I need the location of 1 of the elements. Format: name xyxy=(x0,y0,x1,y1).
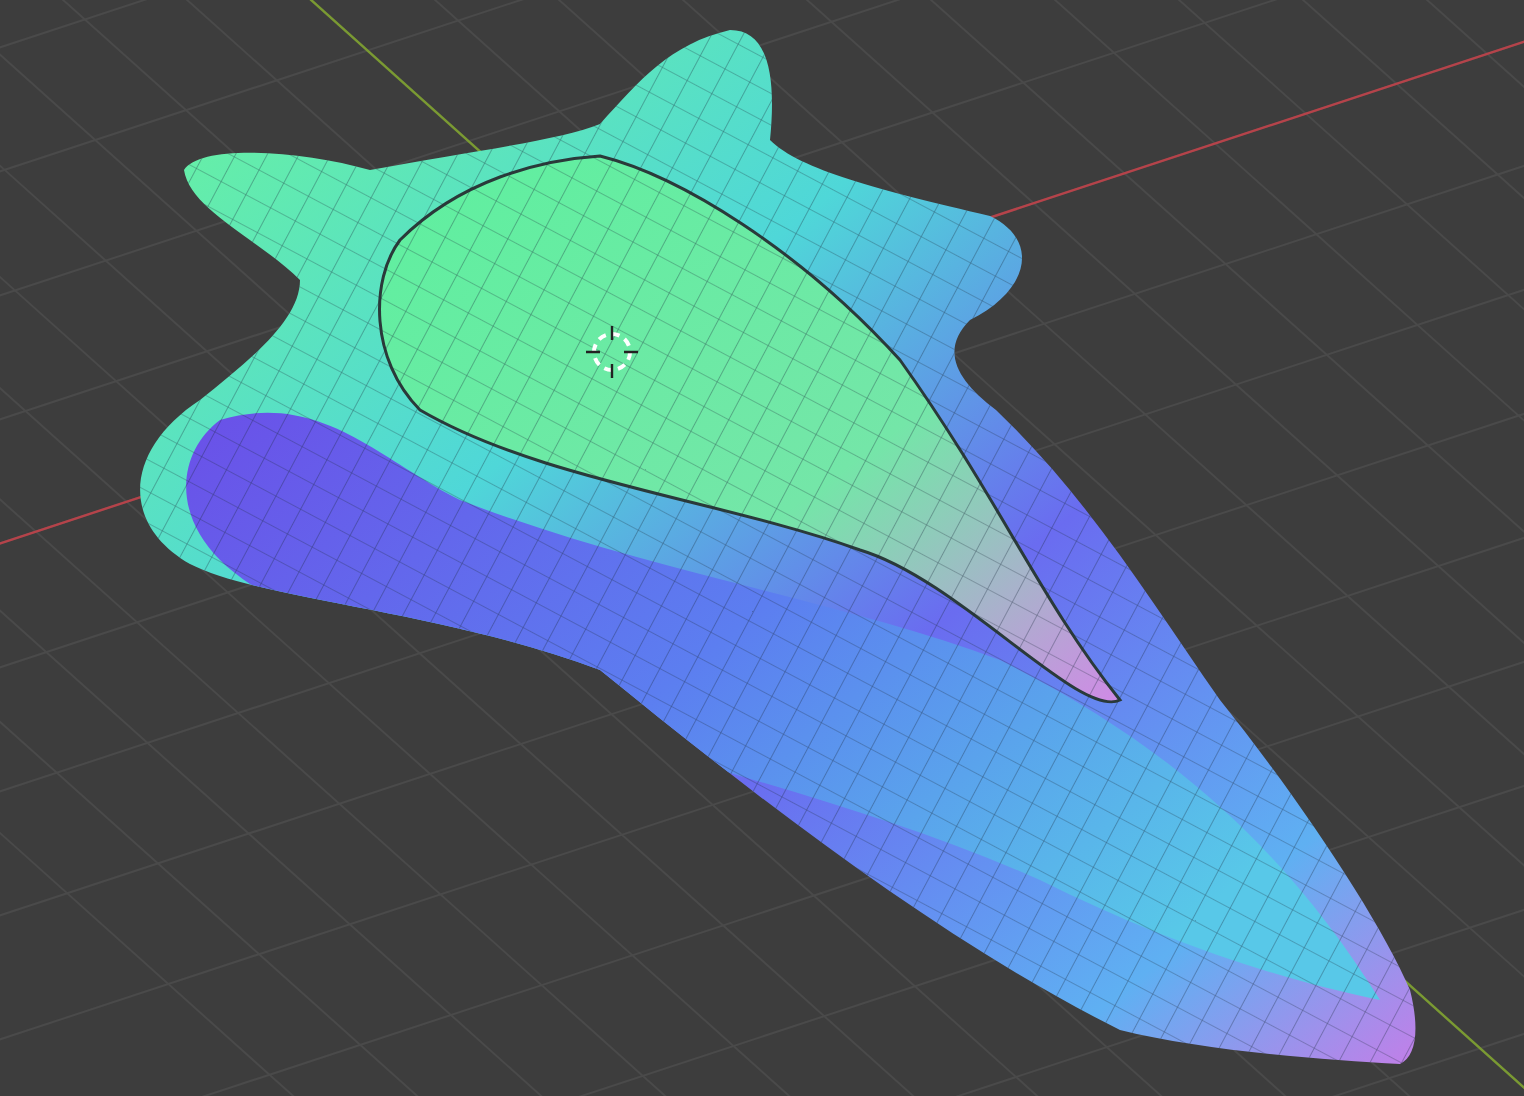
crosshair-cursor-icon[interactable] xyxy=(584,324,640,380)
